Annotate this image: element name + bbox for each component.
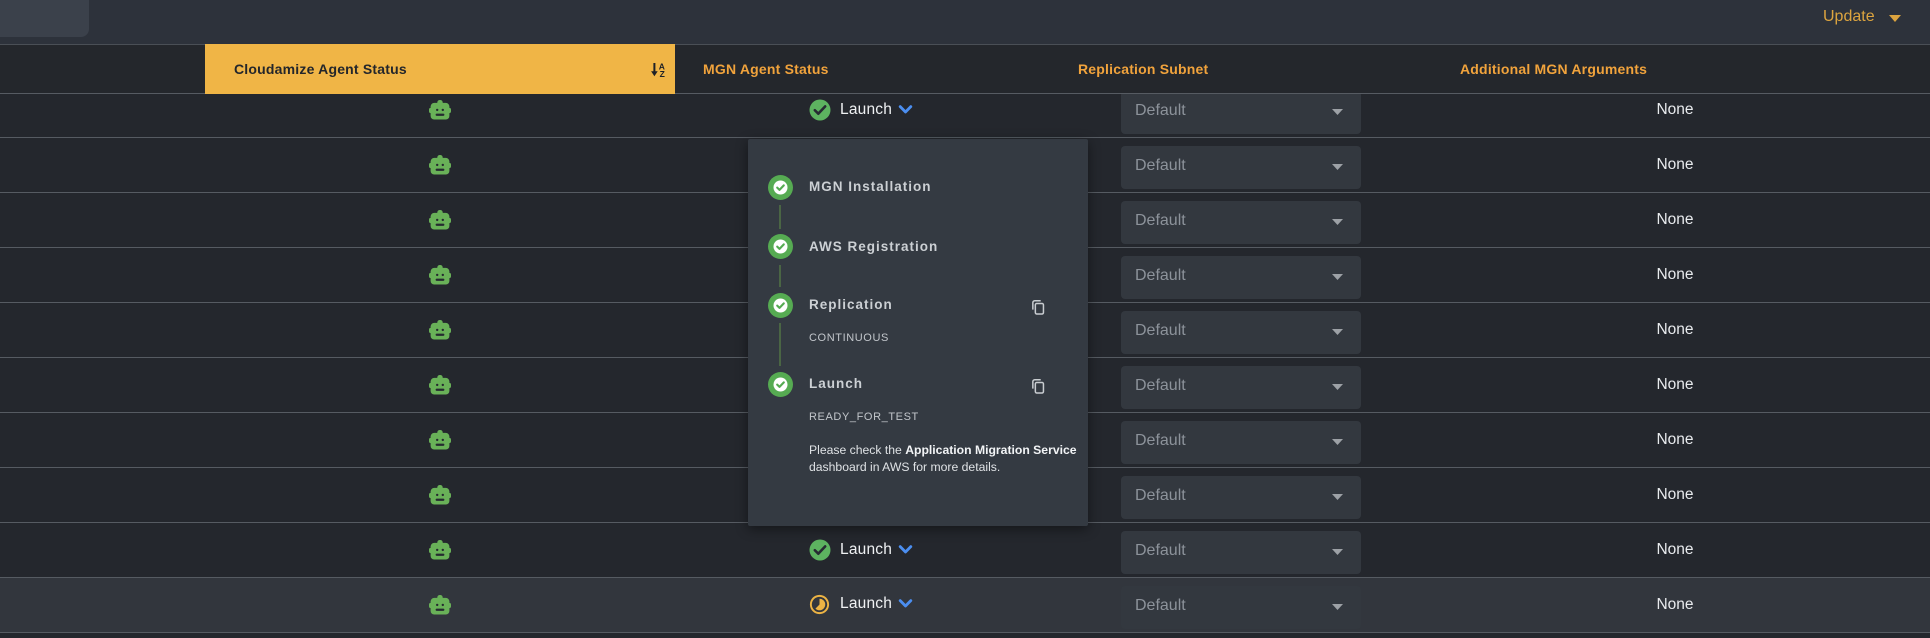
svg-text:Z: Z	[660, 69, 665, 77]
